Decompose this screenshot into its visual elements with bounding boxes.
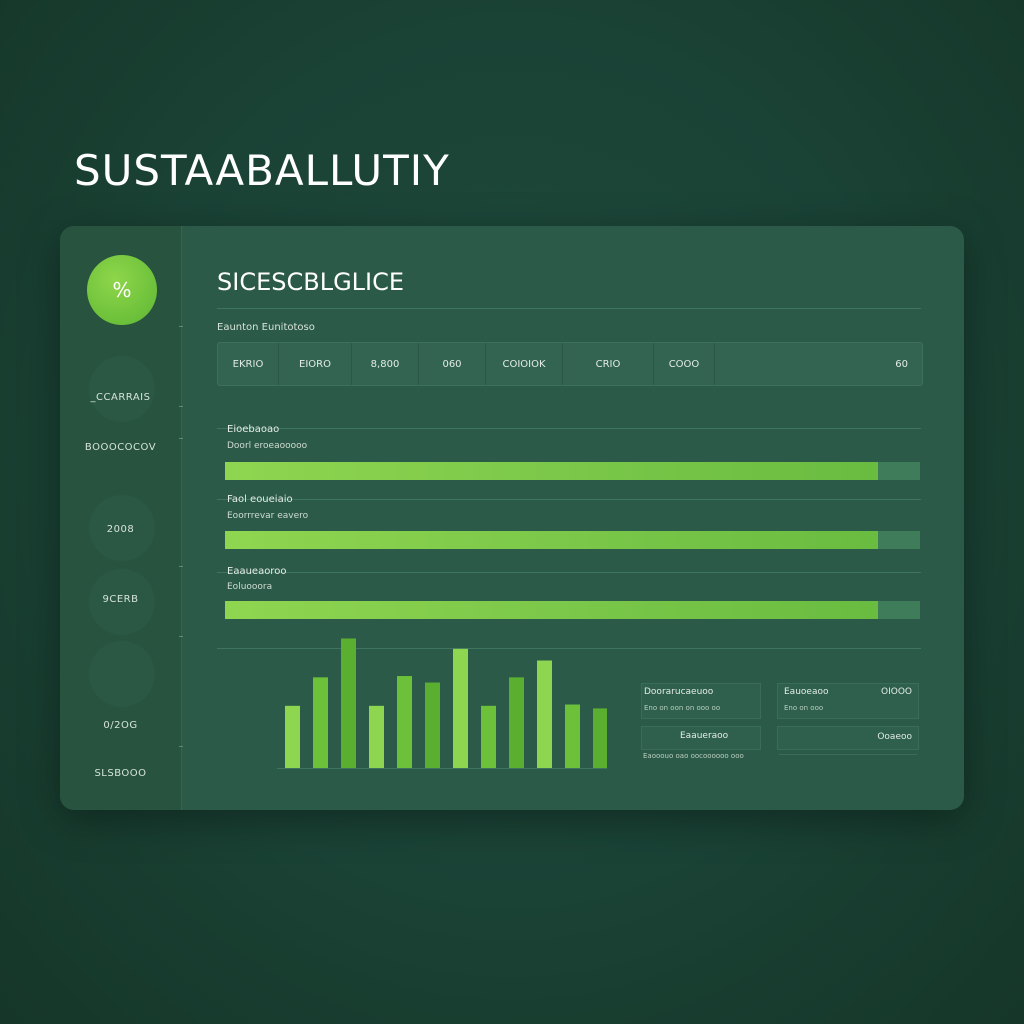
sidebar-circle-decor [89,641,155,707]
filter-option[interactable]: EIORO [279,343,352,385]
filter-option[interactable]: 60 [715,343,922,385]
filter-option[interactable]: EKRIO [218,343,279,385]
kpi-title: Eaaueraoo [680,731,729,741]
metric-progress-fill [225,531,879,549]
percent-badge-icon[interactable]: % [87,255,157,325]
kpi-value: OIOOO [881,687,912,697]
kpi-value: Ooaeoo [877,732,912,742]
sidebar-item-label[interactable]: 2008 [60,524,181,535]
chart-bar [565,704,580,768]
filter-option[interactable]: 8,800 [352,343,419,385]
divider [779,754,917,755]
metric-label: Eioebaoao [227,424,280,435]
metric-progress-track [225,601,920,619]
sidebar-item-label[interactable]: 9CERB [60,594,181,605]
chart-bar [481,705,496,768]
chart-bar [397,676,412,768]
divider [217,572,921,573]
chart-bar [593,708,607,768]
chart-bar [509,677,524,768]
filter-subheader: Eaunton Eunitotoso [217,322,315,333]
kpi-detail: Eno on ooo [784,704,824,712]
metric-progress-track [225,531,920,549]
sidebar-item-label[interactable]: 0/2OG [60,720,181,731]
metric-sublabel: Eoorrrevar eavero [227,511,309,521]
kpi-title: Doorarucaeuoo [644,687,714,697]
metric-sublabel: Doorl eroeaooooo [227,441,308,451]
sidebar: % _CCARRAIS BOOOCOCOV 2008 9CERB 0/2OG S… [60,226,183,810]
filter-option[interactable]: COIOIOK [486,343,563,385]
kpi-card[interactable]: Eaaueraoo [641,726,761,750]
filter-option[interactable]: 060 [419,343,486,385]
metric-progress-fill [225,601,879,619]
chart-bar [369,705,384,768]
chart-bar [537,660,552,768]
kpi-card[interactable]: Doorarucaeuoo Eno on oon on ooo oo [641,683,761,719]
divider [217,308,921,309]
chart-bar [285,705,300,768]
filter-option[interactable]: COOO [654,343,715,385]
kpi-title: Eauoeaoo [784,687,829,697]
divider [217,499,921,500]
bar-chart [277,638,607,769]
chart-bar [313,677,328,768]
kpi-card[interactable]: Ooaeoo [777,726,919,750]
chart-bar [453,648,468,768]
metric-sublabel: Eoluooora [227,582,273,592]
page-title: SUSTAABALLUTIY [74,146,450,195]
kpi-detail: Eaooouo oao oocoooooo ooo [643,752,744,760]
section-title: SICESCBLGLICE [217,268,405,296]
sidebar-item-label[interactable]: BOOOCOCOV [60,442,181,453]
metric-label: Eaaueaoroo [227,566,287,577]
divider [217,428,921,429]
main-panel: SICESCBLGLICE Eaunton Eunitotoso EKRIO E… [181,226,964,810]
kpi-detail: Eno on oon on ooo oo [644,704,721,712]
metric-progress-track [225,462,920,480]
filter-bar: EKRIO EIORO 8,800 060 COIOIOK CRIO COOO … [217,342,923,386]
kpi-card[interactable]: Eauoeaoo OIOOO Eno on ooo [777,683,919,719]
sidebar-item-label[interactable]: SLSBOOO [60,768,181,779]
chart-bar [341,638,356,768]
metric-progress-fill [225,462,879,480]
dashboard-card: % _CCARRAIS BOOOCOCOV 2008 9CERB 0/2OG S… [60,226,964,810]
sidebar-item-label[interactable]: _CCARRAIS [60,392,181,403]
metric-label: Faol eoueiaio [227,494,293,505]
sidebar-circle-decor [89,356,155,422]
chart-bar [425,682,440,768]
filter-option[interactable]: CRIO [563,343,654,385]
